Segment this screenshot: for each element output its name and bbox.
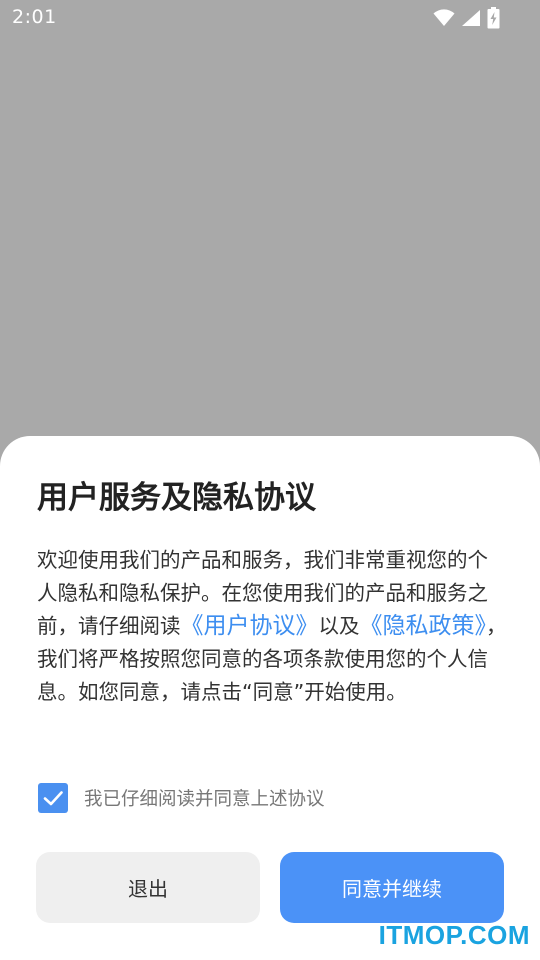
signal-icon — [461, 9, 481, 27]
wifi-icon — [433, 9, 455, 27]
privacy-policy-link[interactable]: 《隐私政策》 — [360, 613, 487, 639]
battery-charging-icon — [487, 7, 500, 29]
screen: 2:01 用户服务及隐私协议 欢迎使用我们的产品和服务，我们非常重视您的个人隐私… — [0, 0, 540, 960]
status-time: 2:01 — [12, 6, 57, 28]
agree-continue-button[interactable]: 同意并继续 — [280, 852, 504, 923]
agree-checkbox-label: 我已仔细阅读并同意上述协议 — [84, 789, 325, 810]
status-icons — [433, 7, 500, 29]
check-icon — [43, 791, 63, 806]
status-bar: 2:01 — [0, 0, 540, 36]
watermark-logo: ITMOP.COM — [378, 920, 530, 950]
dialog-body: 欢迎使用我们的产品和服务，我们非常重视您的个人隐私和隐私保护。在您使用我们的产品… — [37, 544, 507, 709]
exit-button[interactable]: 退出 — [36, 852, 260, 923]
dialog-title: 用户服务及隐私协议 — [37, 480, 316, 516]
agree-checkbox[interactable] — [38, 783, 68, 813]
agree-checkbox-row[interactable]: 我已仔细阅读并同意上述协议 — [38, 782, 325, 814]
user-agreement-link[interactable]: 《用户协议》 — [181, 613, 319, 639]
body-text-2: 以及 — [318, 614, 360, 638]
